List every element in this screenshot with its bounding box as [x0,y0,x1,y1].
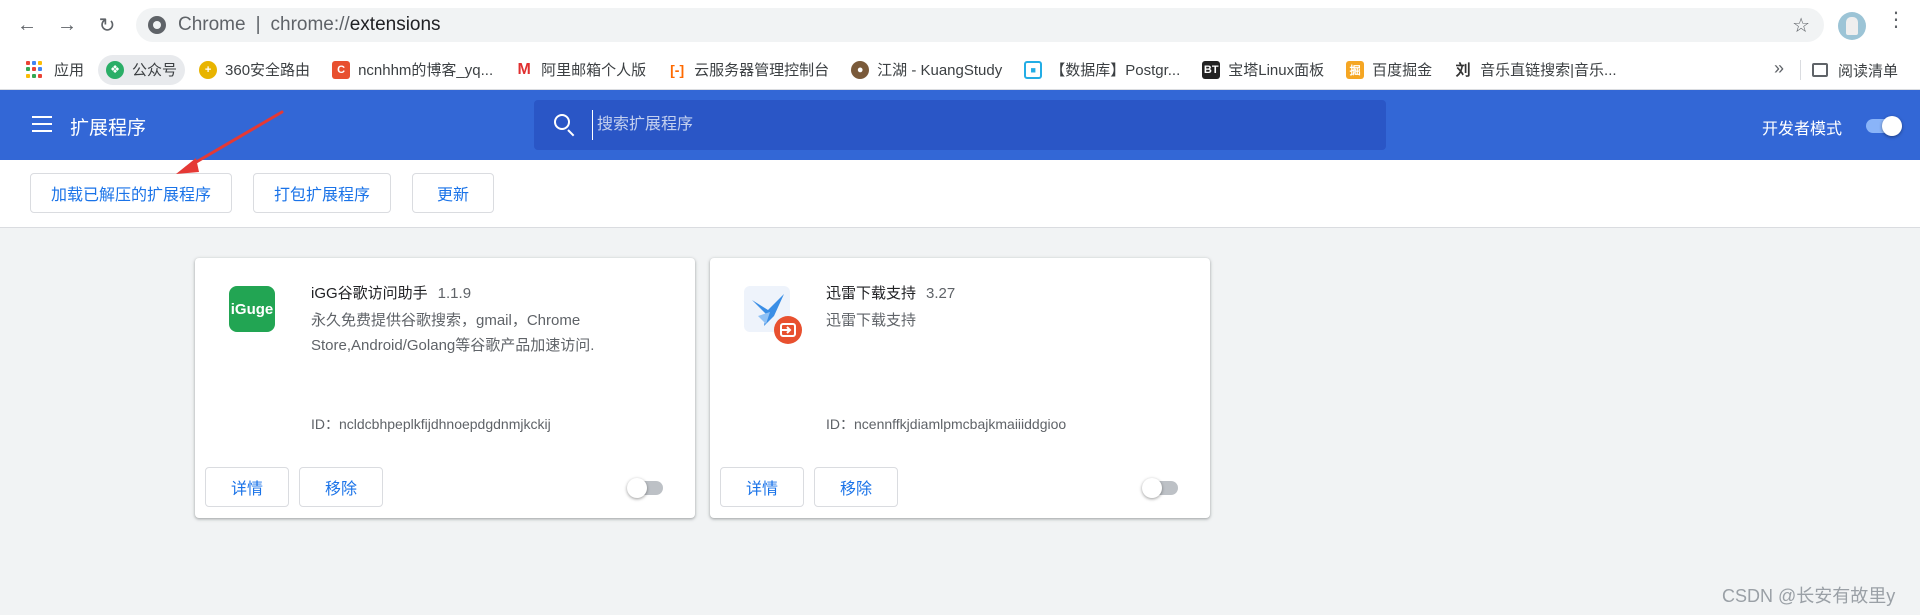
bookmark-label: ncnhhm的博客_yq... [358,62,494,79]
reading-list-label: 阅读清单 [1838,62,1899,80]
bookmark-label: 云服务器管理控制台 [694,62,830,79]
bookmark-item-bt-panel[interactable]: BT 宝塔Linux面板 [1194,55,1332,85]
bookmark-item-bilibili[interactable]: ■ 【数据库】Postgr... [1016,55,1188,85]
page-title: 扩展程序 [70,118,147,139]
url-scheme: chrome:// [270,14,350,35]
csdn-watermark: CSDN @长安有故里y [1722,586,1896,606]
extension-name: iGG谷歌访问助手 [311,285,428,302]
bookmarks-divider [1800,60,1801,80]
iguge-logo: iGuge [229,286,275,332]
xunlei-bird-icon [744,286,802,344]
extension-description: 迅雷下载支持 [826,312,917,329]
bookmark-item-360[interactable]: + 360安全路由 [191,55,318,85]
bookmarks-bar: 应用 ❖ 公众号 + 360安全路由 C ncnhhm的博客_yq... M 阿… [0,50,1920,90]
kuang-icon: ● [851,60,870,79]
bookmark-item-wechat[interactable]: ❖ 公众号 [98,54,186,85]
csdn-icon: C [332,60,351,79]
search-icon [554,114,570,130]
extension-name-line: iGG谷歌访问助手 1.1.9 [311,282,471,303]
xunlei-icon [744,286,802,344]
dev-mode-label: 开发者模式 [1762,121,1843,138]
aliyun-icon: [-] [668,60,687,79]
reading-list-icon [1812,63,1828,77]
bilibili-icon: ■ [1024,60,1043,79]
remove-button[interactable]: 移除 [299,467,383,507]
update-button[interactable]: 更新 [412,173,494,213]
bookmark-item-music[interactable]: 刘 音乐直链搜索|音乐... [1446,55,1624,85]
back-arrow-icon[interactable]: ← [14,12,40,38]
bookmark-item-juejin[interactable]: 掘 百度掘金 [1338,55,1440,85]
extension-enable-toggle[interactable] [627,478,663,498]
bookmark-item-apps[interactable]: 应用 [18,55,92,85]
remove-button[interactable]: 移除 [814,467,898,507]
bookmark-label: 应用 [54,62,85,79]
bookmark-item-csdn-blog[interactable]: C ncnhhm的博客_yq... [324,55,501,85]
extensions-header: 扩展程序 开发者模式 [0,90,1920,160]
extension-card-iguge: iGuge iGG谷歌访问助手 1.1.9 永久免费提供谷歌搜索，gmail，Ch… [195,258,695,518]
bookmark-label: 江湖 - KuangStudy [877,62,1003,79]
bookmark-label: 阿里邮箱个人版 [541,62,647,79]
bookmark-label: 百度掘金 [1372,62,1433,79]
music-icon: 刘 [1454,60,1473,79]
reload-icon[interactable]: ↻ [94,12,120,38]
extensions-search[interactable] [534,100,1386,150]
extension-description: 永久免费提供谷歌搜索，gmail，Chrome Store,Android/Go… [311,312,595,354]
wechat-icon: ❖ [106,60,125,79]
developer-actions-bar: 加载已解压的扩展程序 打包扩展程序 更新 [0,160,1920,228]
details-button[interactable]: 详情 [205,467,289,507]
dev-mode-toggle[interactable] [1866,116,1902,136]
extension-version: 1.1.9 [437,285,472,302]
url-host: extensions [349,14,441,35]
omnibox-url: chrome://extensions [271,14,441,36]
details-button[interactable]: 详情 [720,467,804,507]
omnibox-site-name: Chrome [178,14,246,35]
extension-id: ID：ncennffkjdiamlpmcbajkmaiiiddgioo [826,416,1067,432]
profile-avatar[interactable] [1838,12,1866,40]
reading-list-button[interactable]: 阅读清单 [1812,56,1898,84]
apps-grid-icon [26,60,44,79]
extension-name: 迅雷下载支持 [826,285,917,302]
extension-name-line: 迅雷下载支持 3.27 [826,282,955,303]
iguge-icon: iGuge [229,286,275,332]
omnibox-separator: | [255,14,261,35]
mail-icon: M [515,60,534,79]
bookmarks-overflow-chevron[interactable]: » [1774,58,1784,79]
bookmark-label: 音乐直链搜索|音乐... [1480,62,1617,79]
bookmark-label: 公众号 [132,62,178,79]
bookmark-label: 宝塔Linux面板 [1228,62,1325,79]
juejin-icon: 掘 [1346,60,1365,79]
extension-enable-toggle[interactable] [1142,478,1178,498]
360-icon: + [199,60,218,79]
bookmark-label: 【数据库】Postgr... [1050,62,1181,79]
extension-version: 3.27 [926,285,956,302]
extension-id: ID：ncldcbhpeplkfijdhnoepdgdnmjkckij [311,416,551,432]
forward-arrow-icon[interactable]: → [54,12,80,38]
chrome-page-icon [148,16,166,34]
bookmark-label: 360安全路由 [225,62,311,79]
load-unpacked-button[interactable]: 加载已解压的扩展程序 [30,173,232,213]
bookmark-star-icon[interactable]: ☆ [1792,13,1810,38]
hamburger-menu-icon[interactable] [32,116,52,132]
pack-extension-button[interactable]: 打包扩展程序 [253,173,391,213]
search-input[interactable] [592,110,1352,140]
chrome-menu-icon[interactable]: ⋮ [1886,10,1906,30]
browser-toolbar: ← → ↻ Chrome | chrome://extensions ☆ ⋮ [0,0,1920,50]
bookmark-item-ali-mail[interactable]: M 阿里邮箱个人版 [507,55,654,85]
bookmark-item-aliyun[interactable]: [-] 云服务器管理控制台 [660,55,837,85]
address-bar[interactable]: Chrome | chrome://extensions ☆ [136,8,1824,42]
extension-card-xunlei: 迅雷下载支持 3.27 迅雷下载支持 ID：ncennffkjdiamlpmcba… [710,258,1210,518]
bookmark-item-kuangstudy[interactable]: ● 江湖 - KuangStudy [843,55,1010,85]
bt-icon: BT [1202,60,1221,79]
